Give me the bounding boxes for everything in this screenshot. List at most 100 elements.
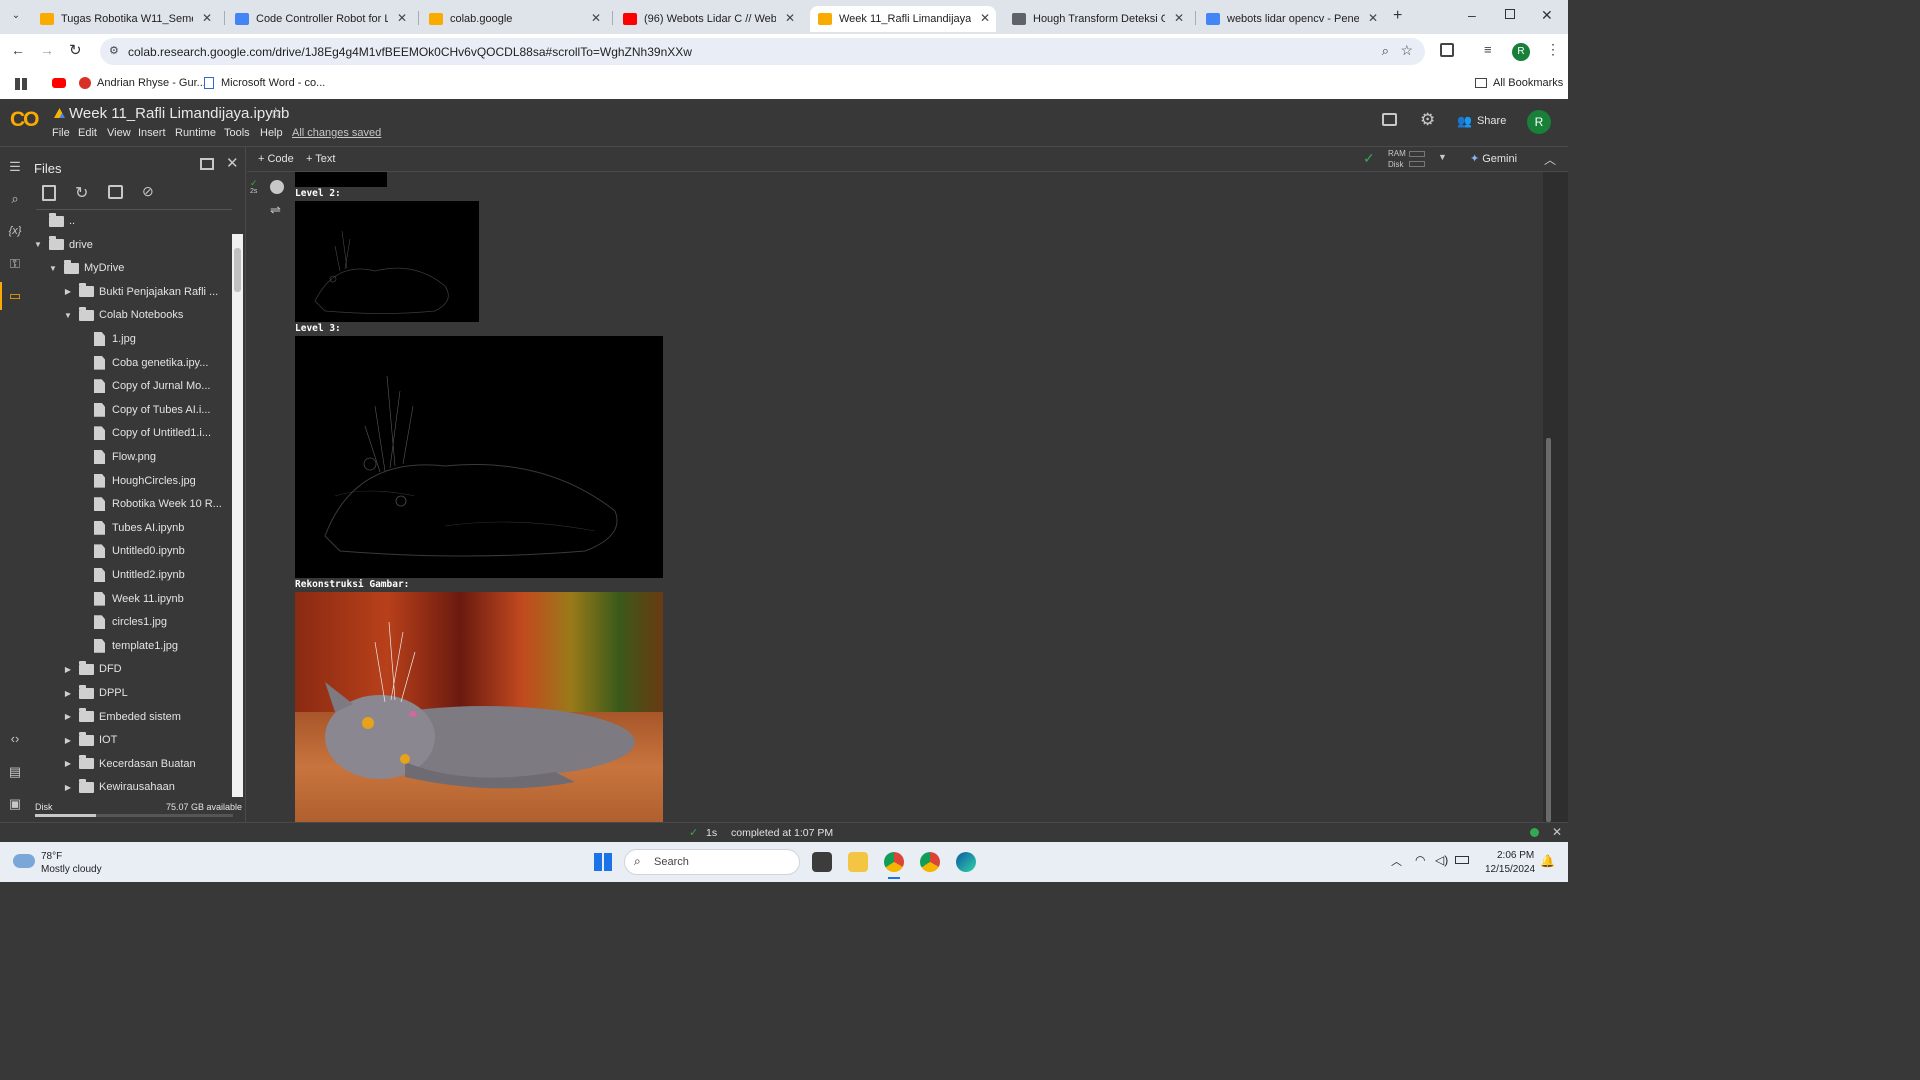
- browser-menu-icon[interactable]: ⋮: [1546, 41, 1560, 58]
- file-item[interactable]: circles1.jpg: [78, 612, 167, 632]
- close-window-button[interactable]: ✕: [1541, 7, 1553, 24]
- browser-tab[interactable]: colab.google ✕: [421, 6, 607, 32]
- browser-tab[interactable]: Week 11_Rafli Limandijaya.ipyn ✕: [810, 6, 996, 32]
- caret-right-icon[interactable]: ▶: [63, 287, 73, 296]
- tab-close-icon[interactable]: ✕: [785, 11, 795, 25]
- close-pane-icon[interactable]: ✕: [226, 154, 239, 172]
- comment-icon[interactable]: [1382, 113, 1397, 126]
- runtime-dropdown-icon[interactable]: ▼: [1438, 152, 1447, 162]
- close-status-icon[interactable]: ✕: [1552, 825, 1562, 839]
- add-text-button[interactable]: + Text: [306, 153, 335, 165]
- forward-icon[interactable]: →: [40, 42, 54, 58]
- browser-tab[interactable]: Tugas Robotika W11_Semester ✕: [32, 6, 218, 32]
- file-item[interactable]: Untitled2.ipynb: [78, 565, 185, 585]
- file-item[interactable]: Flow.png: [78, 447, 156, 467]
- caret-right-icon[interactable]: ▶: [63, 689, 73, 698]
- open-in-tab-icon[interactable]: [200, 158, 214, 170]
- code-snippets-icon[interactable]: ‹›: [6, 730, 24, 748]
- browser-tab[interactable]: (96) Webots Lidar C // Webots ✕: [615, 6, 801, 32]
- caret-down-icon[interactable]: ▼: [63, 311, 73, 320]
- secrets-key-icon[interactable]: ⚿: [6, 255, 24, 273]
- weather-temp[interactable]: 78°F: [41, 851, 62, 862]
- refresh-icon[interactable]: ↻: [75, 183, 88, 203]
- upload-icon[interactable]: [42, 185, 56, 201]
- taskbar-search[interactable]: ⌕ Search: [624, 849, 800, 875]
- file-item[interactable]: Copy of Tubes AI.i...: [78, 400, 210, 420]
- folder-item[interactable]: ▶ DPPL: [63, 683, 128, 703]
- files-scrollbar[interactable]: [232, 234, 243, 797]
- caret-right-icon[interactable]: ▶: [63, 759, 73, 768]
- browser-tab[interactable]: webots lidar opencv - Penelusu ✕: [1198, 6, 1384, 32]
- folder-item[interactable]: ..: [33, 211, 75, 231]
- chrome-profile-icon[interactable]: [920, 852, 940, 872]
- caret-down-icon[interactable]: ▼: [48, 264, 58, 273]
- tab-close-icon[interactable]: ✕: [1368, 11, 1378, 25]
- hide-files-icon[interactable]: ⊘: [142, 183, 154, 200]
- clock-date[interactable]: 12/15/2024: [1485, 864, 1535, 875]
- colab-logo[interactable]: CO: [10, 108, 39, 132]
- start-windows-icon[interactable]: [594, 853, 612, 871]
- notebook-scrollbar-thumb[interactable]: [1546, 438, 1551, 822]
- caret-right-icon[interactable]: ▶: [63, 665, 73, 674]
- new-tab-button[interactable]: +: [1393, 7, 1402, 25]
- files-folder-icon[interactable]: ▭: [6, 287, 24, 305]
- weather-desc[interactable]: Mostly cloudy: [41, 864, 102, 875]
- share-button[interactable]: 👥 Share: [1457, 114, 1506, 128]
- folder-item[interactable]: ▼ MyDrive: [48, 258, 124, 278]
- task-view-icon[interactable]: [812, 852, 832, 872]
- menu-item-insert[interactable]: Insert: [138, 127, 166, 139]
- clock-time[interactable]: 2:06 PM: [1497, 850, 1534, 861]
- bookmark-andrian[interactable]: Andrian Rhyse - Gur...: [79, 77, 206, 89]
- disk-resource-label[interactable]: Disk: [1388, 160, 1404, 169]
- file-item[interactable]: Copy of Untitled1.i...: [78, 423, 211, 443]
- tab-search-icon[interactable]: ⌄: [9, 10, 23, 24]
- file-item[interactable]: template1.jpg: [78, 636, 178, 656]
- gemini-button[interactable]: ✦ Gemini: [1470, 152, 1517, 166]
- add-code-button[interactable]: + Code: [258, 153, 294, 165]
- menu-item-runtime[interactable]: Runtime: [175, 127, 216, 139]
- file-item[interactable]: Copy of Jurnal Mo...: [78, 376, 210, 396]
- zoom-icon[interactable]: ⌕: [1382, 43, 1389, 59]
- youtube-bookmark-icon[interactable]: [52, 78, 66, 88]
- browser-tab[interactable]: Hough Transform Deteksi Garis ✕: [1004, 6, 1190, 32]
- folder-item[interactable]: ▶ Bukti Penjajakan Rafli ...: [63, 282, 218, 302]
- caret-right-icon[interactable]: ▶: [63, 736, 73, 745]
- folder-item[interactable]: ▶ DFD: [63, 659, 122, 679]
- extensions-icon[interactable]: [1440, 43, 1454, 57]
- star-icon[interactable]: ☆: [269, 104, 282, 122]
- volume-icon[interactable]: ◁): [1435, 853, 1448, 867]
- battery-icon[interactable]: [1455, 856, 1469, 864]
- ram-meter[interactable]: [1409, 151, 1425, 157]
- caret-right-icon[interactable]: ▶: [63, 712, 73, 721]
- apps-grid-icon[interactable]: [15, 78, 27, 90]
- back-icon[interactable]: ←: [11, 42, 25, 58]
- edge-icon[interactable]: [956, 852, 976, 872]
- tab-close-icon[interactable]: ✕: [202, 11, 212, 25]
- tab-close-icon[interactable]: ✕: [1174, 11, 1184, 25]
- status-completed[interactable]: completed at 1:07 PM: [731, 827, 833, 839]
- status-time[interactable]: 1s: [706, 827, 717, 839]
- file-item[interactable]: HoughCircles.jpg: [78, 471, 196, 491]
- table-of-contents-icon[interactable]: ☰: [6, 158, 24, 176]
- caret-right-icon[interactable]: ▶: [63, 783, 73, 792]
- folder-item[interactable]: ▶ Kecerdasan Buatan: [63, 754, 196, 774]
- bookmark-star-icon[interactable]: ☆: [1400, 42, 1413, 59]
- settings-gear-icon[interactable]: ⚙: [1420, 110, 1435, 130]
- disk-meter[interactable]: [1409, 161, 1425, 167]
- file-explorer-icon[interactable]: [848, 852, 868, 872]
- ram-label[interactable]: RAM: [1388, 149, 1406, 158]
- scrollbar-thumb[interactable]: [234, 248, 241, 292]
- terminal-icon[interactable]: ▣: [6, 795, 24, 813]
- browser-tab[interactable]: Code Controller Robot for Lidar ✕: [227, 6, 413, 32]
- maximize-button[interactable]: [1505, 9, 1515, 19]
- folder-item[interactable]: ▶ IOT: [63, 730, 117, 750]
- notebook-scrollbar[interactable]: [1543, 172, 1568, 822]
- profile-avatar[interactable]: R: [1512, 43, 1530, 61]
- file-item[interactable]: Week 11.ipynb: [78, 589, 184, 609]
- command-palette-icon[interactable]: ▤: [6, 763, 24, 781]
- save-status[interactable]: All changes saved: [292, 127, 381, 139]
- file-item[interactable]: Coba genetika.ipy...: [78, 353, 208, 373]
- variables-icon[interactable]: {x}: [6, 222, 24, 240]
- notification-bell-icon[interactable]: 🔔: [1540, 854, 1555, 868]
- file-item[interactable]: Untitled0.ipynb: [78, 541, 185, 561]
